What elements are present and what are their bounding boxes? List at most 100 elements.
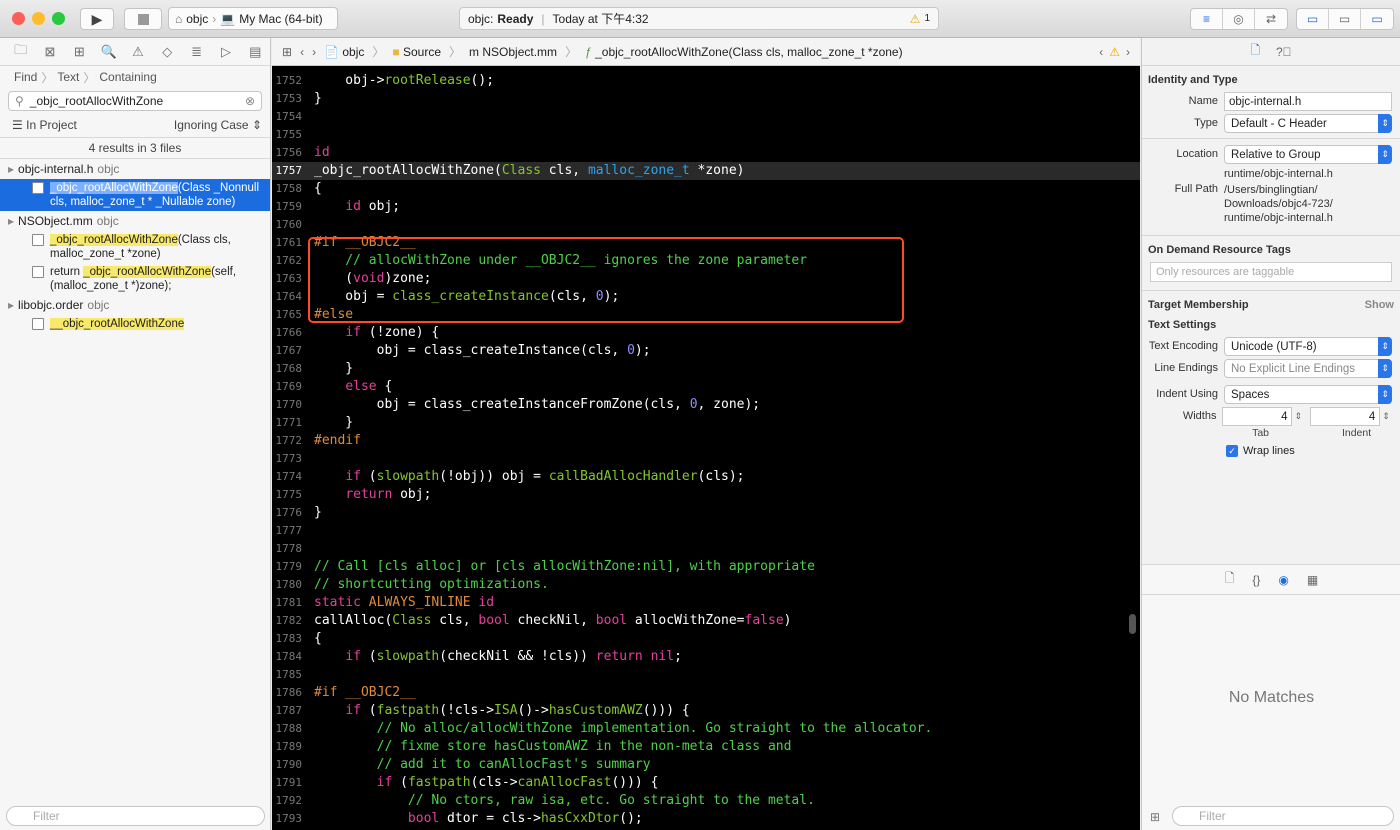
code-line[interactable]: 1768 } — [272, 360, 1140, 378]
close-window-button[interactable] — [12, 12, 25, 25]
endings-popup[interactable]: No Explicit Line Endings ⇕ — [1224, 358, 1392, 378]
result-file-header[interactable]: ▸ NSObject.mm objc — [0, 211, 270, 231]
issue-icon[interactable]: ⚠ — [123, 44, 152, 60]
object-library-icon[interactable]: ◉ — [1278, 573, 1288, 587]
debug-icon[interactable]: ≣ — [182, 44, 211, 60]
result-item[interactable]: _objc_rootAllocWithZone(Class cls, mallo… — [0, 231, 270, 263]
code-line[interactable]: 1782 callAlloc(Class cls, bool checkNil, … — [272, 612, 1140, 630]
membership-show-button[interactable]: Show — [1365, 299, 1394, 311]
minimize-window-button[interactable] — [32, 12, 45, 25]
code-line[interactable]: 1777 — [272, 522, 1140, 540]
code-line[interactable]: 1774 if (slowpath(!obj)) obj = callBadAl… — [272, 468, 1140, 486]
source-control-icon[interactable]: ⊠ — [35, 44, 64, 60]
result-item[interactable]: __objc_rootAllocWithZone — [0, 315, 270, 333]
source-editor[interactable]: 1752 obj->rootRelease(); 1753} 1754 1755 175… — [272, 66, 1140, 830]
back-arrow-icon[interactable]: ‹ — [300, 45, 304, 59]
find-mode[interactable]: Find — [14, 70, 37, 84]
run-button[interactable]: ▶ — [80, 8, 114, 30]
encoding-popup[interactable]: Unicode (UTF-8) ⇕ — [1224, 336, 1392, 356]
inspector-toggle-icon[interactable]: ▭ — [1361, 9, 1393, 29]
find-match[interactable]: Containing — [99, 70, 156, 84]
report-icon[interactable]: ▤ — [241, 44, 270, 60]
tags-field[interactable]: Only resources are taggable — [1150, 262, 1392, 282]
code-line[interactable]: 1785 — [272, 666, 1140, 684]
code-line[interactable]: 1767 obj = class_createInstance(cls, 0); — [272, 342, 1140, 360]
code-line[interactable]: 1787 if (fastpath(!cls->ISA()->hasCustom… — [272, 702, 1140, 720]
result-item[interactable]: return _objc_rootAllocWithZone(self, (ma… — [0, 263, 270, 295]
test-icon[interactable]: ◇ — [153, 44, 182, 60]
symbol-icon[interactable]: ⊞ — [65, 44, 94, 60]
code-line[interactable]: 1775 return obj; — [272, 486, 1140, 504]
assistant-editor-icon[interactable]: ◎ — [1223, 9, 1255, 29]
code-line[interactable]: 1759 id obj; — [272, 198, 1140, 216]
code-line[interactable]: 1786 #if __OBJC2__ — [272, 684, 1140, 702]
code-line[interactable]: 1792 // No ctors, raw isa, etc. Go strai… — [272, 792, 1140, 810]
forward-arrow-icon[interactable]: › — [312, 45, 316, 59]
indent-width-field[interactable]: 4 — [1310, 406, 1381, 426]
code-line[interactable]: 1783 { — [272, 630, 1140, 648]
previous-issue-icon[interactable]: ‹ — [1099, 45, 1103, 59]
code-line[interactable]: 1770 obj = class_createInstanceFromZone(… — [272, 396, 1140, 414]
warning-indicator[interactable]: ⚠ 1 — [910, 12, 930, 26]
grid-view-icon[interactable]: ⊞ — [1150, 810, 1160, 824]
jumpbar-folder[interactable]: ■ Source — [392, 45, 441, 59]
code-line[interactable]: 1779 // Call [cls alloc] or [cls allocWit… — [272, 558, 1140, 576]
media-library-icon[interactable]: ▦ — [1307, 573, 1318, 587]
navigator-filter-field[interactable]: Filter — [6, 806, 265, 826]
code-line[interactable]: 1754 — [272, 108, 1140, 126]
search-input[interactable]: _objc_rootAllocWithZone — [30, 94, 239, 108]
find-mode-breadcrumb[interactable]: Find 〉 Text 〉 Containing — [0, 66, 270, 88]
code-line[interactable]: 1791 if (fastpath(cls->canAllocFast())) … — [272, 774, 1140, 792]
tab-width-stepper[interactable]: ⇕ — [1292, 411, 1304, 422]
zoom-window-button[interactable] — [52, 12, 65, 25]
wrap-lines-option[interactable]: ✓ Wrap lines — [1142, 445, 1400, 457]
search-icon[interactable]: 🔍 — [94, 44, 123, 60]
code-line[interactable]: 1758 { — [272, 180, 1140, 198]
vertical-scrollbar[interactable] — [1129, 614, 1136, 634]
result-file-header[interactable]: ▸ libobjc.order objc — [0, 295, 270, 315]
stop-button[interactable] — [124, 8, 162, 30]
code-snippet-icon[interactable]: {} — [1252, 573, 1260, 587]
next-issue-icon[interactable]: › — [1126, 45, 1130, 59]
scope-selector[interactable]: ☰ In Project — [12, 118, 77, 132]
code-line[interactable]: 1772 #endif — [272, 432, 1140, 450]
checkbox-checked-icon[interactable]: ✓ — [1226, 445, 1238, 457]
code-line[interactable]: 1766 if (!zone) { — [272, 324, 1140, 342]
code-line[interactable]: 1769 else { — [272, 378, 1140, 396]
code-line[interactable]: 1756 id — [272, 144, 1140, 162]
code-line[interactable]: 1780 // shortcutting optimizations. — [272, 576, 1140, 594]
name-field[interactable]: objc-internal.h — [1224, 91, 1392, 111]
folder-icon[interactable]: 🗀 — [6, 41, 35, 63]
code-line[interactable]: 1776} — [272, 504, 1140, 522]
code-line[interactable]: 1789 // fixme store hasCustomAWZ in the … — [272, 738, 1140, 756]
scheme-selector[interactable]: ⌂ objc › 💻 My Mac (64-bit) — [168, 7, 338, 30]
result-item[interactable]: _objc_rootAllocWithZone(Class _Nonnull c… — [0, 179, 270, 211]
case-selector[interactable]: Ignoring Case ⇕ — [174, 118, 262, 132]
jumpbar-project[interactable]: 📄 objc — [324, 45, 364, 59]
code-line[interactable]: 1773 — [272, 450, 1140, 468]
standard-editor-icon[interactable]: ≡ — [1191, 9, 1223, 29]
jumpbar-file[interactable]: m NSObject.mm — [469, 45, 557, 59]
code-line[interactable]: 1781 static ALWAYS_INLINE id — [272, 594, 1140, 612]
code-line[interactable]: 1760 — [272, 216, 1140, 234]
code-line[interactable]: 1793 bool dtor = cls->hasCxxDtor(); — [272, 810, 1140, 828]
code-line[interactable]: 1778 — [272, 540, 1140, 558]
code-line[interactable]: 1757 _objc_rootAllocWithZone(Class cls, m… — [272, 162, 1140, 180]
breakpoint-icon[interactable]: ▷ — [211, 44, 240, 60]
file-inspector-icon[interactable]: 🗋 — [1250, 41, 1260, 62]
code-line[interactable]: 1753} — [272, 90, 1140, 108]
version-editor-icon[interactable]: ⇄ — [1255, 9, 1287, 29]
code-line[interactable]: 1771 } — [272, 414, 1140, 432]
warning-icon[interactable]: ⚠ — [1109, 45, 1120, 59]
indent-width-stepper[interactable]: ⇕ — [1380, 411, 1392, 422]
code-line[interactable]: 1788 // No alloc/allocWithZone implement… — [272, 720, 1140, 738]
result-file-header[interactable]: ▸ objc-internal.h objc — [0, 159, 270, 179]
tab-width-field[interactable]: 4 — [1222, 406, 1293, 426]
navigator-toggle-icon[interactable]: ▭ — [1297, 9, 1329, 29]
jumpbar-symbol[interactable]: ƒ _objc_rootAllocWithZone(Class cls, mal… — [585, 45, 903, 59]
quick-help-icon[interactable]: ?⃝ — [1276, 45, 1292, 59]
file-template-icon[interactable]: 🗋 — [1225, 569, 1235, 590]
library-filter-field[interactable]: Filter — [1172, 806, 1394, 826]
clear-search-icon[interactable]: ⊗ — [245, 94, 255, 108]
code-line[interactable]: 1784 if (slowpath(checkNil && !cls)) ret… — [272, 648, 1140, 666]
